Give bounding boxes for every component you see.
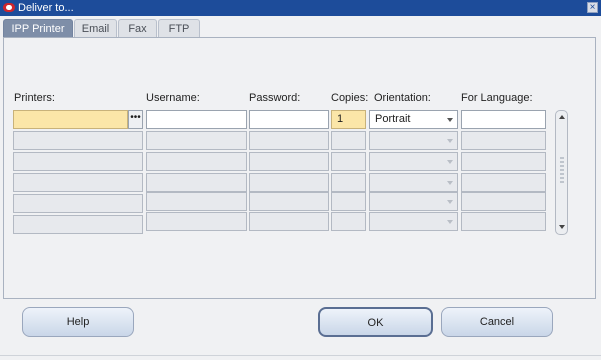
orientation-value bbox=[370, 195, 375, 207]
orientation-select[interactable] bbox=[369, 152, 458, 171]
orientation-select[interactable]: Portrait bbox=[369, 110, 458, 129]
printer-field[interactable] bbox=[13, 152, 143, 171]
copies-field[interactable] bbox=[331, 131, 366, 150]
tab-email[interactable]: Email bbox=[74, 19, 117, 38]
password-field[interactable] bbox=[249, 131, 329, 150]
copies-header: Copies: bbox=[331, 92, 369, 104]
orientation-value bbox=[370, 215, 375, 227]
printer-field[interactable] bbox=[13, 215, 143, 234]
scroll-up-icon[interactable] bbox=[559, 115, 565, 119]
copies-field[interactable] bbox=[331, 192, 366, 211]
copies-field[interactable] bbox=[331, 212, 366, 231]
scroll-grip-icon[interactable] bbox=[560, 157, 564, 183]
printer-lov-button[interactable]: ••• bbox=[128, 110, 143, 129]
chevron-down-icon bbox=[447, 118, 453, 122]
title-bar: Deliver to... × bbox=[0, 0, 601, 16]
scroll-down-icon[interactable] bbox=[559, 225, 565, 229]
password-field[interactable] bbox=[249, 173, 329, 192]
orientation-value bbox=[370, 176, 375, 188]
chevron-down-icon bbox=[447, 139, 453, 143]
printer-field[interactable] bbox=[13, 131, 143, 150]
password-header: Password: bbox=[249, 92, 301, 104]
language-field[interactable] bbox=[461, 212, 546, 231]
username-field[interactable] bbox=[146, 152, 247, 171]
password-field[interactable] bbox=[249, 152, 329, 171]
orientation-select[interactable] bbox=[369, 131, 458, 150]
language-header: For Language: bbox=[461, 92, 533, 104]
language-field[interactable] bbox=[461, 110, 546, 129]
chevron-down-icon bbox=[447, 200, 453, 204]
close-button[interactable]: × bbox=[587, 2, 598, 13]
password-field[interactable] bbox=[249, 212, 329, 231]
printer-field[interactable] bbox=[13, 173, 143, 192]
help-button[interactable]: Help bbox=[22, 307, 134, 337]
cancel-button[interactable]: Cancel bbox=[441, 307, 553, 337]
language-field[interactable] bbox=[461, 131, 546, 150]
window-title: Deliver to... bbox=[18, 2, 74, 14]
orientation-value bbox=[370, 134, 375, 146]
language-field[interactable] bbox=[461, 173, 546, 192]
username-field[interactable] bbox=[146, 173, 247, 192]
orientation-select[interactable] bbox=[369, 173, 458, 192]
copies-field[interactable] bbox=[331, 173, 366, 192]
language-field[interactable] bbox=[461, 152, 546, 171]
orientation-select[interactable] bbox=[369, 212, 458, 231]
password-field[interactable] bbox=[249, 192, 329, 211]
username-field[interactable] bbox=[146, 192, 247, 211]
vertical-scrollbar[interactable] bbox=[555, 110, 568, 235]
oracle-logo-icon bbox=[3, 3, 15, 12]
orientation-select[interactable] bbox=[369, 192, 458, 211]
username-field[interactable] bbox=[146, 212, 247, 231]
username-field[interactable] bbox=[146, 131, 247, 150]
tab-fax[interactable]: Fax bbox=[118, 19, 157, 38]
orientation-value bbox=[370, 155, 375, 167]
tab-ipp-printer[interactable]: IPP Printer bbox=[3, 19, 73, 38]
printer-field[interactable] bbox=[13, 194, 143, 213]
language-field[interactable] bbox=[461, 192, 546, 211]
ok-button[interactable]: OK bbox=[318, 307, 433, 337]
divider bbox=[0, 355, 601, 356]
copies-field[interactable] bbox=[331, 152, 366, 171]
username-header: Username: bbox=[146, 92, 200, 104]
chevron-down-icon bbox=[447, 220, 453, 224]
printer-field[interactable] bbox=[13, 110, 128, 129]
orientation-value: Portrait bbox=[375, 113, 411, 125]
chevron-down-icon bbox=[447, 160, 453, 164]
username-field[interactable] bbox=[146, 110, 247, 129]
password-field[interactable] bbox=[249, 110, 329, 129]
chevron-down-icon bbox=[447, 181, 453, 185]
copies-field[interactable]: 1 bbox=[331, 110, 366, 129]
printers-header: Printers: bbox=[14, 92, 55, 104]
orientation-header: Orientation: bbox=[374, 92, 431, 104]
tab-ftp[interactable]: FTP bbox=[158, 19, 200, 38]
